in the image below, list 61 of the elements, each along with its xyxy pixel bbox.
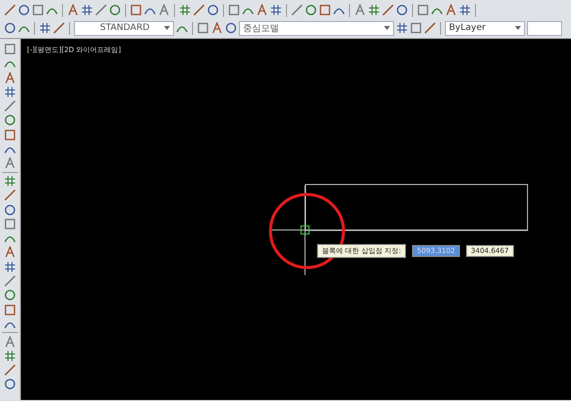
circle-icon[interactable] (396, 4, 408, 16)
square-icon[interactable] (130, 4, 142, 16)
square-icon[interactable] (410, 22, 422, 34)
grid-icon[interactable] (4, 86, 16, 98)
square-icon[interactable] (4, 43, 16, 55)
grid-icon[interactable] (396, 22, 408, 34)
grid-icon[interactable] (179, 4, 191, 16)
circle-icon[interactable] (109, 4, 121, 16)
dropdown-caret-icon[interactable] (384, 26, 390, 30)
line-icon[interactable] (95, 4, 107, 16)
line-icon[interactable] (4, 189, 16, 202)
layer-dropdown[interactable]: 중심모델 (239, 20, 394, 36)
line-icon[interactable] (4, 100, 16, 112)
circle-icon[interactable] (4, 378, 16, 390)
line-icon[interactable] (4, 4, 16, 16)
linetype-dropdown[interactable] (527, 20, 562, 36)
line-icon[interactable] (382, 4, 394, 16)
square-icon[interactable] (4, 304, 16, 316)
text-icon[interactable] (4, 157, 16, 170)
grid-icon[interactable] (4, 260, 16, 273)
square-icon[interactable] (417, 4, 429, 16)
line-icon[interactable] (291, 4, 303, 16)
circle-icon[interactable] (4, 22, 16, 34)
circle-icon[interactable] (4, 204, 16, 216)
square-icon[interactable] (228, 4, 240, 16)
text-icon[interactable] (256, 4, 268, 16)
text-icon[interactable] (354, 4, 366, 16)
line-icon[interactable] (193, 4, 205, 16)
grid-icon[interactable] (81, 4, 93, 16)
text-icon[interactable] (445, 4, 457, 16)
grid-icon[interactable] (4, 350, 16, 362)
square-icon[interactable] (4, 218, 16, 230)
line-icon[interactable] (4, 364, 16, 376)
circle-icon[interactable] (207, 4, 219, 16)
grid-icon[interactable] (459, 4, 471, 16)
circle-icon[interactable] (305, 4, 317, 16)
square-icon[interactable] (319, 4, 331, 16)
circle-icon[interactable] (4, 289, 16, 302)
line-icon[interactable] (424, 22, 436, 34)
square-icon[interactable] (197, 22, 209, 34)
line-icon[interactable] (4, 275, 16, 288)
text-icon[interactable] (67, 4, 79, 16)
square-icon[interactable] (4, 128, 16, 141)
circle-icon[interactable] (4, 114, 16, 126)
text-icon[interactable] (4, 336, 16, 348)
grid-icon[interactable] (4, 174, 16, 187)
square-icon[interactable] (32, 4, 44, 16)
text-style-dropdown[interactable]: STANDARD (74, 20, 174, 36)
text-icon[interactable] (4, 72, 16, 84)
grid-icon[interactable] (270, 4, 282, 16)
circle-icon[interactable] (18, 4, 30, 16)
text-icon[interactable] (158, 4, 170, 16)
property-dropdown[interactable]: ByLayer (445, 20, 525, 36)
circle-icon[interactable] (225, 22, 237, 34)
dropdown-caret-icon[interactable] (164, 26, 170, 30)
grid-icon[interactable] (368, 4, 380, 16)
line-icon[interactable] (53, 22, 65, 34)
text-icon[interactable] (4, 246, 16, 258)
grid-icon[interactable] (39, 22, 51, 34)
dropdown-caret-icon[interactable] (515, 26, 521, 30)
text-icon[interactable] (211, 22, 223, 34)
